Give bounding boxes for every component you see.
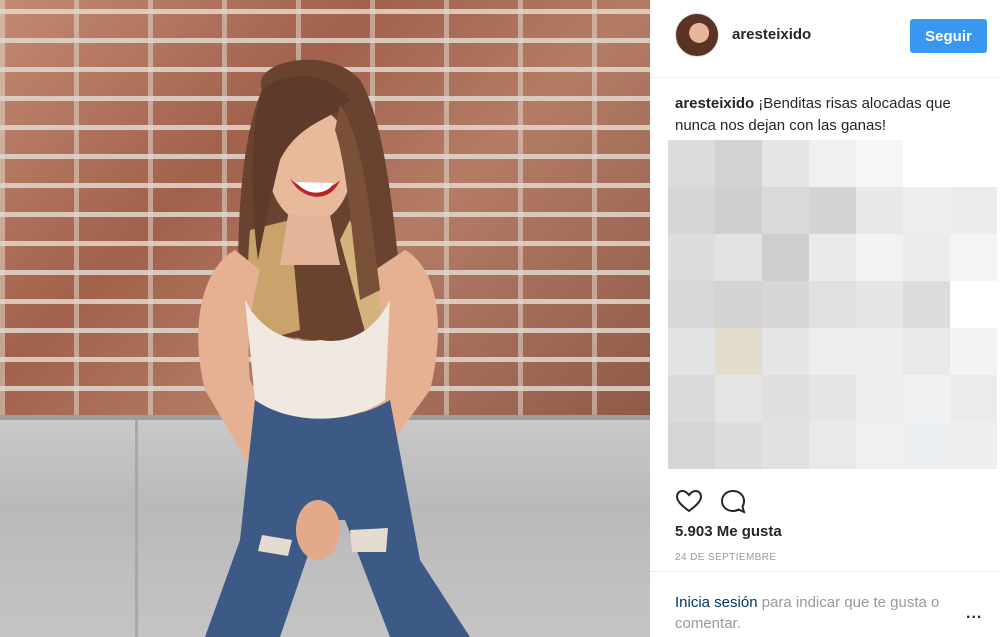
woman-figure: [198, 59, 470, 637]
post-header: aresteixido Seguir: [650, 0, 1000, 78]
likes-count[interactable]: 5.903 Me gusta: [675, 523, 782, 540]
heart-icon[interactable]: [675, 488, 703, 516]
follow-button[interactable]: Seguir: [910, 19, 987, 53]
more-options-icon[interactable]: ...: [966, 606, 986, 624]
post-actions: [675, 486, 975, 516]
post-sidebar: aresteixido Seguir aresteixido ¡Benditas …: [650, 0, 1000, 637]
login-prompt: Inicia sesión para indicar que te gusta …: [650, 571, 1000, 637]
caption-username-link[interactable]: aresteixido: [675, 95, 754, 112]
avatar[interactable]: [675, 13, 719, 57]
login-link[interactable]: Inicia sesión: [675, 594, 758, 611]
username-link[interactable]: aresteixido: [732, 26, 811, 43]
login-prompt-text: Inicia sesión para indicar que te gusta …: [675, 592, 955, 634]
comment-bubble-icon[interactable]: [719, 488, 747, 516]
post-caption: aresteixido ¡Benditas risas alocadas que …: [675, 93, 980, 137]
post-photo: [0, 0, 650, 637]
post-date: 24 DE SEPTIEMBRE: [675, 552, 777, 563]
pixelated-comments-area: [668, 140, 997, 490]
